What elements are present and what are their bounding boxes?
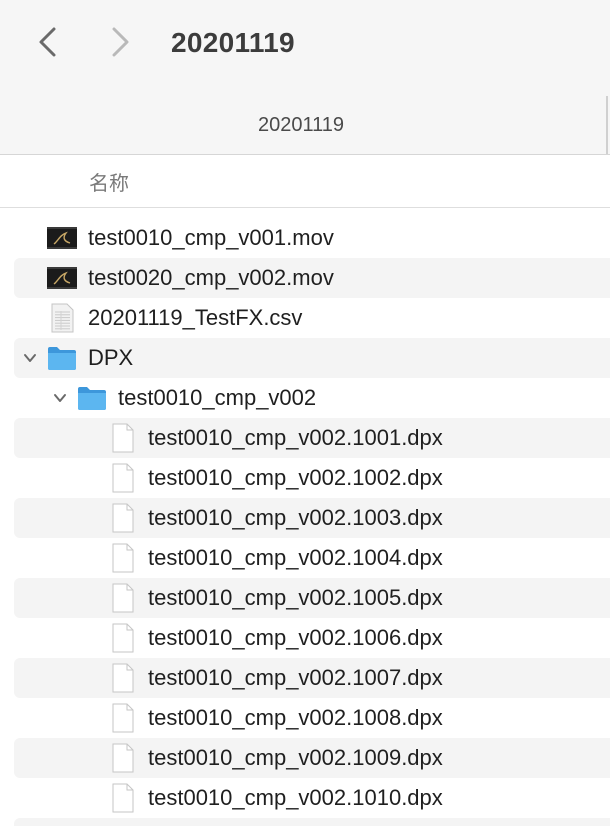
file-name: test0010_cmp_v002.1007.dpx <box>148 665 443 690</box>
file-row[interactable]: test0010_cmp_v002.1007.dpx <box>14 658 610 698</box>
document-icon <box>112 503 134 533</box>
document-icon <box>112 663 134 693</box>
file-row[interactable]: test0010_cmp_v002.1002.dpx <box>14 458 610 498</box>
movie-icon <box>47 227 77 249</box>
file-name: test0010_cmp_v002.1002.dpx <box>148 465 443 490</box>
forward-button[interactable] <box>102 24 138 60</box>
back-button[interactable] <box>30 24 66 60</box>
file-name: test0010_cmp_v002 <box>118 385 317 410</box>
file-row[interactable]: test0010_cmp_v002.1008.dpx <box>14 698 610 738</box>
file-row[interactable]: test0010_cmp_v002.1004.dpx <box>14 538 610 578</box>
file-name: test0010_cmp_v002.1006.dpx <box>148 625 443 650</box>
csv-document-icon <box>51 303 74 333</box>
document-icon <box>112 423 134 453</box>
tab-20201119[interactable]: 20201119 <box>0 114 602 137</box>
tab-divider <box>606 96 608 154</box>
chevron-right-icon <box>112 27 129 57</box>
file-row[interactable]: test0020_cmp_v002.mov <box>14 258 610 298</box>
file-row-partial[interactable] <box>14 818 610 826</box>
file-row[interactable]: test0010_cmp_v002.1006.dpx <box>14 618 610 658</box>
file-list: test0010_cmp_v001.mov test0020_cmp_v002.m… <box>0 218 610 826</box>
column-header-name[interactable]: 名称 <box>89 167 129 196</box>
folder-row[interactable]: DPX <box>14 338 610 378</box>
chevron-down-icon[interactable] <box>22 350 38 366</box>
file-name: 20201119_TestFX.csv <box>88 305 303 330</box>
column-header: 名称 <box>0 155 610 208</box>
file-name: DPX <box>88 345 134 370</box>
window-title: 20201119 <box>171 27 295 58</box>
folder-row[interactable]: test0010_cmp_v002 <box>14 378 610 418</box>
document-icon <box>112 543 134 573</box>
file-name: test0010_cmp_v002.1001.dpx <box>148 425 443 450</box>
file-name: test0020_cmp_v002.mov <box>88 265 334 290</box>
file-row[interactable]: 20201119_TestFX.csv <box>14 298 610 338</box>
file-row[interactable]: test0010_cmp_v002.1009.dpx <box>14 738 610 778</box>
file-row[interactable]: test0010_cmp_v001.mov <box>14 218 610 258</box>
movie-icon <box>47 267 77 289</box>
folder-icon <box>78 387 106 410</box>
folder-icon <box>48 347 76 370</box>
document-icon <box>112 583 134 613</box>
file-row[interactable]: test0010_cmp_v002.1005.dpx <box>14 578 610 618</box>
file-row[interactable]: test0010_cmp_v002.1010.dpx <box>14 778 610 818</box>
file-row[interactable]: test0010_cmp_v002.1003.dpx <box>14 498 610 538</box>
toolbar: 20201119 20201119 <box>0 0 610 155</box>
file-name: test0010_cmp_v002.1009.dpx <box>148 745 443 770</box>
document-icon <box>112 783 134 813</box>
file-name: test0010_cmp_v002.1010.dpx <box>148 785 443 810</box>
tab-bar: 20201119 <box>0 96 610 154</box>
finder-window: 20201119 20201119 名称 test0010_cmp_v001.m… <box>0 0 610 826</box>
chevron-down-icon[interactable] <box>52 390 68 406</box>
file-name: test0010_cmp_v002.1003.dpx <box>148 505 443 530</box>
file-name: test0010_cmp_v001.mov <box>88 225 334 250</box>
document-icon <box>112 463 134 493</box>
file-name: test0010_cmp_v002.1008.dpx <box>148 705 443 730</box>
document-icon <box>112 743 134 773</box>
file-name: test0010_cmp_v002.1005.dpx <box>148 585 443 610</box>
document-icon <box>112 703 134 733</box>
chevron-left-icon <box>39 27 56 57</box>
file-row[interactable]: test0010_cmp_v002.1001.dpx <box>14 418 610 458</box>
file-name: test0010_cmp_v002.1004.dpx <box>148 545 443 570</box>
document-icon <box>112 623 134 653</box>
